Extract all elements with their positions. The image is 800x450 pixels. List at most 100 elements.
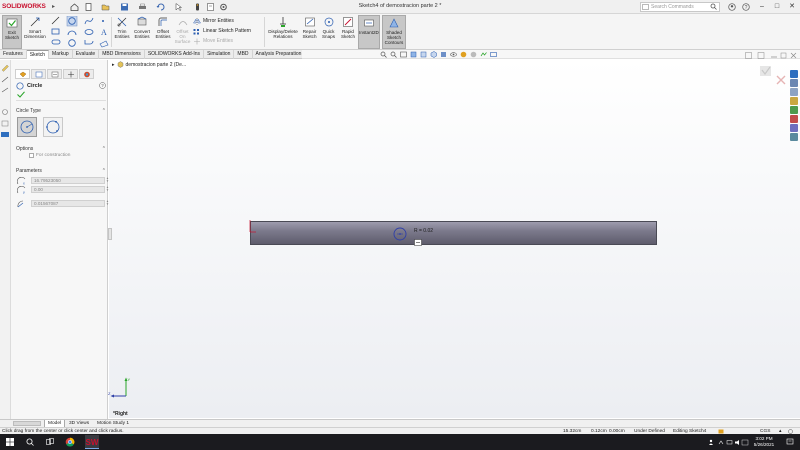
circle-type-section-header[interactable]: Circle Type ⌃	[16, 108, 106, 114]
undo-icon[interactable]	[156, 3, 165, 11]
collapse-chevron-icon[interactable]: ⌃	[102, 108, 106, 114]
taskbar-clock[interactable]: 3:02 PM 5/26/2021	[750, 436, 778, 448]
display-pane-icon[interactable]	[490, 51, 497, 58]
parameters-section-header[interactable]: Parameters ⌃	[16, 168, 106, 174]
instant2d-button[interactable]: Instant2D	[358, 15, 380, 49]
tab-markup[interactable]: Markup	[49, 50, 73, 59]
windows-start-icon[interactable]	[5, 437, 15, 447]
appearances-icon[interactable]	[790, 106, 798, 114]
3dexperience-icon[interactable]	[790, 133, 798, 141]
extruded-bar-body[interactable]	[250, 221, 657, 245]
close-window-button[interactable]: ✕	[785, 2, 799, 12]
offset-entities-button[interactable]: Offset Entities	[153, 15, 173, 49]
configuration-manager-tab[interactable]	[47, 69, 62, 79]
tab-mbd[interactable]: MBD	[234, 50, 253, 59]
collapse-chevron-icon[interactable]: ⌃	[102, 168, 106, 174]
view-orientation-icon[interactable]	[430, 51, 437, 58]
feature-manager-tab[interactable]	[15, 69, 30, 79]
search-icon[interactable]	[710, 3, 717, 10]
repair-sketch-button[interactable]: Repair Sketch	[301, 15, 318, 49]
section-view-icon[interactable]	[410, 51, 417, 58]
expand-arrow-icon[interactable]: ▸	[112, 62, 115, 68]
solidworks-resources-icon[interactable]	[790, 70, 798, 78]
trim-entities-button[interactable]: Trim Entities	[113, 15, 131, 49]
design-library-icon[interactable]	[790, 79, 798, 87]
view-palette-icon[interactable]	[790, 97, 798, 105]
display-manager-tab[interactable]	[79, 69, 94, 79]
tab-sketch[interactable]: Sketch	[26, 50, 50, 59]
help-circle-icon[interactable]: ?	[99, 82, 106, 89]
print-icon[interactable]	[138, 3, 147, 11]
custom-properties-icon[interactable]	[790, 115, 798, 123]
linear-sketch-pattern-button[interactable]: Linear Sketch Pattern	[193, 26, 263, 36]
file-explorer-icon[interactable]	[790, 88, 798, 96]
center-circle-option[interactable]	[17, 117, 37, 137]
dynamic-annotation-icon[interactable]	[420, 51, 427, 58]
display-delete-relations-button[interactable]: Display/Delete Relations	[266, 15, 300, 49]
exit-sketch-button[interactable]: Exit Sketch	[2, 15, 22, 49]
notifications-icon[interactable]	[785, 437, 795, 447]
edit-appearance-icon[interactable]	[460, 51, 467, 58]
panel-collapse-handle[interactable]	[108, 228, 112, 240]
logo-menu-arrow-icon[interactable]: ▸	[52, 3, 55, 10]
mirror-entities-button[interactable]: Mirror Entities	[193, 16, 263, 26]
solidworks-taskbar-icon[interactable]: SW	[85, 435, 99, 449]
tab-mbd-dimensions[interactable]: MBD Dimensions	[99, 50, 145, 59]
open-file-icon[interactable]	[101, 3, 110, 11]
minimize-button[interactable]: –	[755, 2, 769, 12]
tab-scroll-control[interactable]	[13, 421, 41, 426]
perimeter-circle-option[interactable]	[43, 117, 63, 137]
offset-on-surface-button[interactable]: Offset On Surface	[174, 15, 191, 49]
chrome-icon[interactable]	[65, 437, 75, 447]
tab-solidworks-add-ins[interactable]: SOLIDWORKS Add-Ins	[145, 50, 205, 59]
search-scope-icon[interactable]	[642, 4, 649, 10]
zoom-to-fit-icon[interactable]	[380, 51, 387, 58]
tab-simulation[interactable]: Simulation	[204, 50, 235, 59]
search-commands-input[interactable]: Search Commands	[640, 2, 720, 12]
save-icon[interactable]	[120, 3, 129, 11]
spin-buttons-icon[interactable]: ▲ ▼	[106, 186, 109, 192]
tab-3d-views[interactable]: 3D Views	[66, 420, 92, 427]
solidworks-forum-icon[interactable]	[790, 124, 798, 132]
center-y-field[interactable]: 0.00	[31, 186, 105, 193]
shaded-sketch-contours-button[interactable]: Shaded Sketch Contours	[382, 15, 406, 49]
spin-buttons-icon[interactable]: ▲ ▼	[106, 177, 109, 183]
zoom-to-area-icon[interactable]	[390, 51, 397, 58]
ok-checkmark-icon[interactable]	[17, 91, 25, 98]
feature-tree-flyout[interactable]: ▸ demostracion parte 2 (De...	[112, 61, 186, 68]
smart-dimension-button[interactable]: Smart Dimension	[24, 15, 46, 49]
radius-field[interactable]: 0.01567087	[31, 200, 105, 207]
property-manager-tab[interactable]	[31, 69, 46, 79]
home-icon[interactable]	[70, 3, 79, 11]
help-icon[interactable]: ?	[742, 3, 750, 11]
previous-view-icon[interactable]	[400, 51, 407, 58]
account-icon[interactable]	[728, 3, 736, 11]
center-x-field[interactable]: 16.79523050	[31, 177, 105, 184]
display-style-icon[interactable]	[440, 51, 447, 58]
tab-analysis-preparation[interactable]: Analysis Preparation	[253, 50, 306, 59]
file-properties-icon[interactable]	[206, 3, 215, 11]
maximize-button[interactable]: □	[770, 2, 784, 12]
convert-entities-button[interactable]: Convert Entities	[132, 15, 152, 49]
new-document-icon[interactable]	[84, 3, 93, 11]
hide-show-items-icon[interactable]	[450, 51, 457, 58]
rapid-sketch-button[interactable]: Rapid Sketch	[339, 15, 357, 49]
for-construction-checkbox[interactable]	[29, 153, 34, 158]
options-gear-icon[interactable]	[219, 3, 228, 11]
solidworks-logo[interactable]: SOLIDWORKS	[2, 3, 46, 10]
task-view-icon[interactable]	[45, 437, 55, 447]
collapse-chevron-icon[interactable]: ⌃	[102, 146, 106, 152]
spin-buttons-icon[interactable]: ▲ ▼	[106, 200, 109, 206]
tab-evaluate[interactable]: Evaluate	[73, 50, 100, 59]
quick-snaps-button[interactable]: Quick Snaps	[320, 15, 337, 49]
traffic-light-icon[interactable]	[193, 3, 202, 11]
tab-motion-study-1[interactable]: Motion Study 1	[94, 420, 132, 427]
for-construction-checkbox-row[interactable]: For construction	[29, 153, 70, 158]
dimxpert-manager-tab[interactable]	[63, 69, 78, 79]
apply-scene-icon[interactable]	[470, 51, 477, 58]
select-arrow-icon[interactable]	[174, 3, 183, 11]
taskbar-search-icon[interactable]	[25, 437, 35, 447]
options-section-header[interactable]: Options ⌃	[16, 146, 106, 152]
view-settings-icon[interactable]	[480, 51, 487, 58]
sketch-circle[interactable]	[393, 227, 407, 241]
